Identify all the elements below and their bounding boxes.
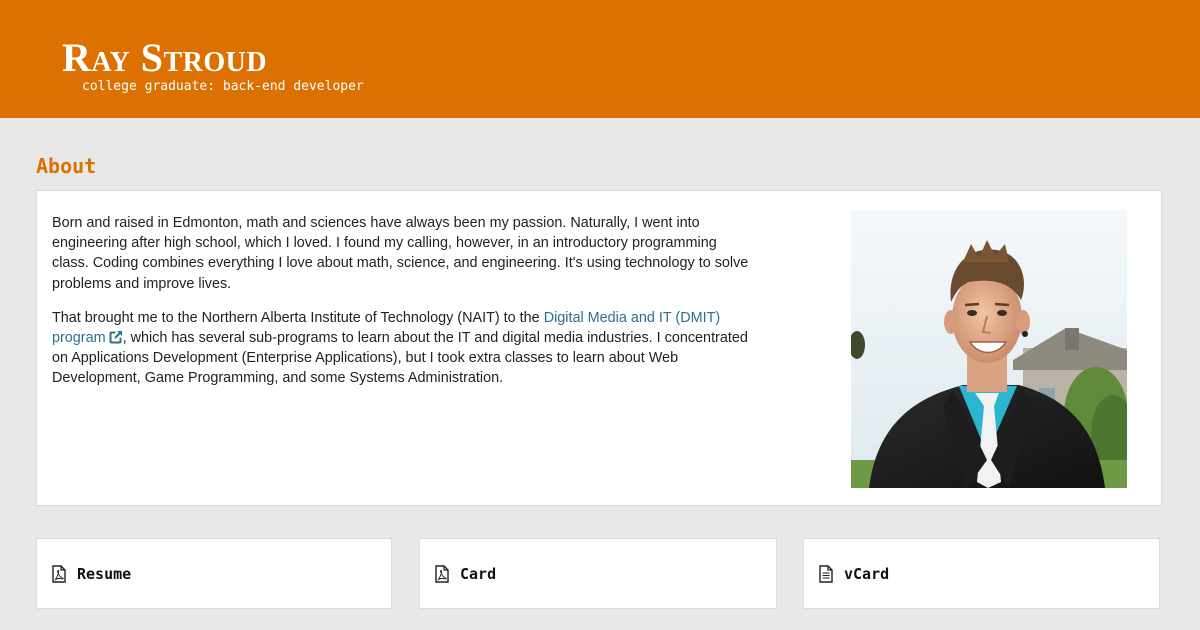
about-paragraph-2: That brought me to the Northern Alberta … xyxy=(52,308,757,389)
about-paragraph-1: Born and raised in Edmonton, math and sc… xyxy=(52,215,749,292)
text-file-icon xyxy=(819,565,833,583)
about-paragraph-2-start: That brought me to the Northern Alberta … xyxy=(52,309,544,326)
about-heading: About xyxy=(36,154,97,178)
about-paragraph-2-end: , which has several sub-programs to lear… xyxy=(52,330,748,387)
pdf-file-icon xyxy=(435,565,449,583)
card-download-card[interactable]: Card xyxy=(419,538,777,609)
external-link-icon xyxy=(109,331,122,344)
about-text: Born and raised in Edmonton, math and sc… xyxy=(52,213,757,403)
card-label: Card xyxy=(460,565,497,583)
site-title[interactable]: Ray Stroud xyxy=(62,36,267,80)
site-header: Ray Stroud college graduate: back-end de… xyxy=(0,0,1200,118)
resume-download-card[interactable]: Resume xyxy=(36,538,392,609)
vcard-download-card[interactable]: vCard xyxy=(803,538,1160,609)
profile-photo-image xyxy=(851,210,1127,488)
vcard-label: vCard xyxy=(844,565,890,583)
resume-label: Resume xyxy=(77,565,132,583)
profile-photo xyxy=(851,210,1127,488)
about-panel: Born and raised in Edmonton, math and sc… xyxy=(36,190,1162,506)
download-links: Resume Card vCard xyxy=(36,538,1162,610)
pdf-file-icon xyxy=(52,565,66,583)
site-tagline: college graduate: back-end developer xyxy=(82,79,364,94)
